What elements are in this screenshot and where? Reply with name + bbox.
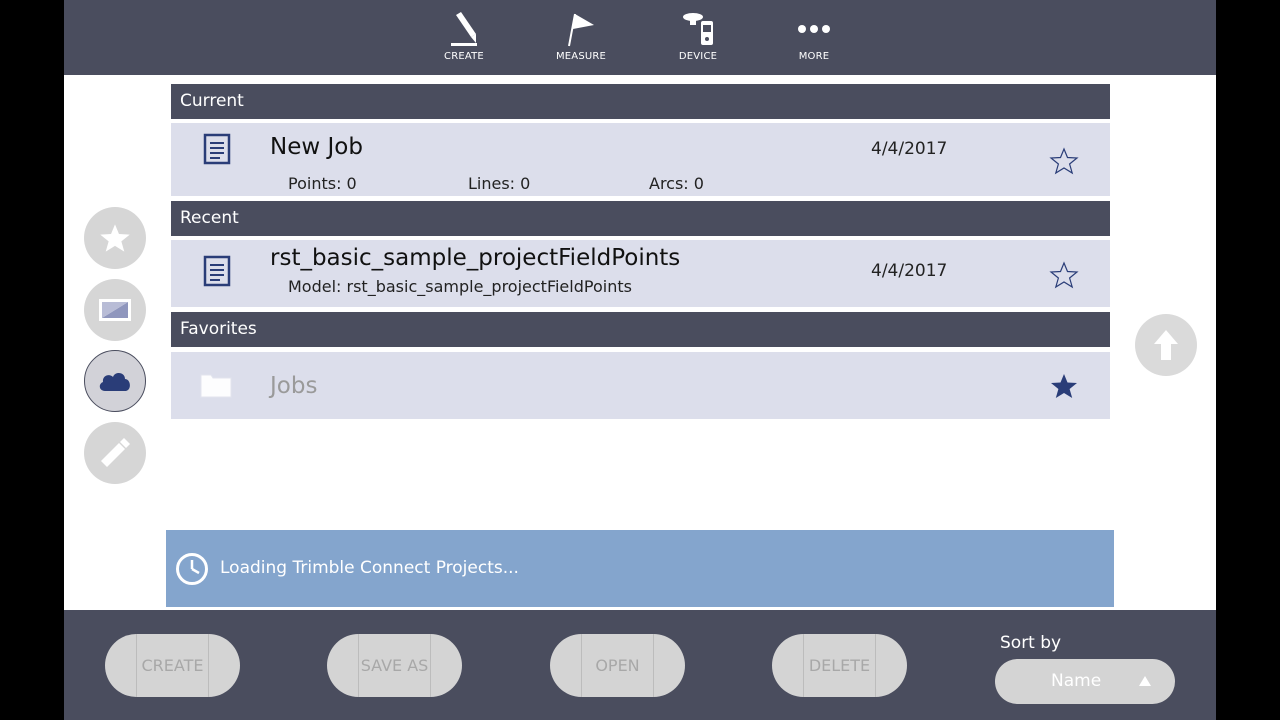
loading-status-bar: Loading Trimble Connect Projects... — [166, 530, 1114, 607]
device-tool-button[interactable]: DEVICE — [653, 10, 743, 70]
favorite-star-icon[interactable] — [1049, 147, 1079, 175]
more-dots-icon — [798, 25, 830, 33]
job-manager-screen: CREATE MEASURE DEVICE MORE Current New J… — [64, 0, 1216, 720]
more-tool-button[interactable]: MORE — [769, 10, 859, 70]
folder-title: Jobs — [270, 373, 318, 399]
current-job-row[interactable]: New Job 4/4/2017 Points: 0 Lines: 0 Arcs… — [171, 123, 1110, 196]
folder-icon — [200, 374, 232, 398]
favorite-folder-row[interactable]: Jobs — [171, 352, 1110, 419]
save-as-button[interactable]: SAVE AS — [327, 634, 462, 697]
model-name: Model: rst_basic_sample_projectFieldPoin… — [288, 277, 632, 296]
favorite-star-filled-icon[interactable] — [1049, 372, 1079, 400]
job-title: rst_basic_sample_projectFieldPoints — [270, 245, 681, 271]
local-storage-button[interactable] — [84, 279, 146, 341]
sort-by-select[interactable]: Name — [995, 659, 1175, 704]
create-button[interactable]: CREATE — [105, 634, 240, 697]
delete-button[interactable]: DELETE — [772, 634, 907, 697]
tablet-storage-icon — [99, 299, 131, 321]
triangle-up-icon — [1139, 676, 1151, 686]
lines-count: Lines: 0 — [468, 174, 531, 193]
bottom-action-bar: CREATE SAVE AS OPEN DELETE Sort by Name — [64, 610, 1216, 720]
create-tool-button[interactable]: CREATE — [419, 10, 509, 70]
cloud-icon — [99, 373, 130, 391]
cloud-storage-button[interactable] — [84, 350, 146, 412]
job-document-icon — [203, 133, 231, 165]
gnss-receiver-icon — [683, 13, 713, 45]
arrow-up-icon — [1154, 330, 1178, 360]
more-tool-label: MORE — [798, 51, 830, 62]
clock-icon — [176, 553, 208, 585]
recent-job-row[interactable]: rst_basic_sample_projectFieldPoints 4/4/… — [171, 240, 1110, 307]
measure-tool-button[interactable]: MEASURE — [536, 10, 626, 70]
points-count: Points: 0 — [288, 174, 357, 193]
open-button[interactable]: OPEN — [550, 634, 685, 697]
job-date: 4/4/2017 — [871, 139, 948, 159]
sort-by-value: Name — [1051, 671, 1102, 691]
favorites-filter-button[interactable] — [84, 207, 146, 269]
sort-by-label: Sort by — [1000, 633, 1062, 653]
recent-section-header: Recent — [171, 201, 1110, 236]
usb-drive-icon — [101, 438, 130, 467]
pencil-icon — [451, 12, 477, 46]
favorite-star-icon[interactable] — [1049, 261, 1079, 289]
favorites-section-header: Favorites — [171, 312, 1110, 347]
current-section-header: Current — [171, 84, 1110, 119]
loading-text: Loading Trimble Connect Projects... — [220, 558, 519, 578]
top-toolbar: CREATE MEASURE DEVICE MORE — [64, 0, 1216, 75]
flag-icon — [568, 13, 594, 47]
measure-tool-label: MEASURE — [555, 51, 607, 62]
arcs-count: Arcs: 0 — [649, 174, 704, 193]
job-date: 4/4/2017 — [871, 261, 948, 281]
star-icon — [100, 224, 130, 252]
create-tool-label: CREATE — [444, 51, 484, 62]
job-document-icon — [203, 255, 231, 287]
job-title: New Job — [270, 134, 363, 160]
device-tool-label: DEVICE — [678, 51, 718, 62]
usb-storage-button[interactable] — [84, 422, 146, 484]
scroll-up-button[interactable] — [1135, 314, 1197, 376]
